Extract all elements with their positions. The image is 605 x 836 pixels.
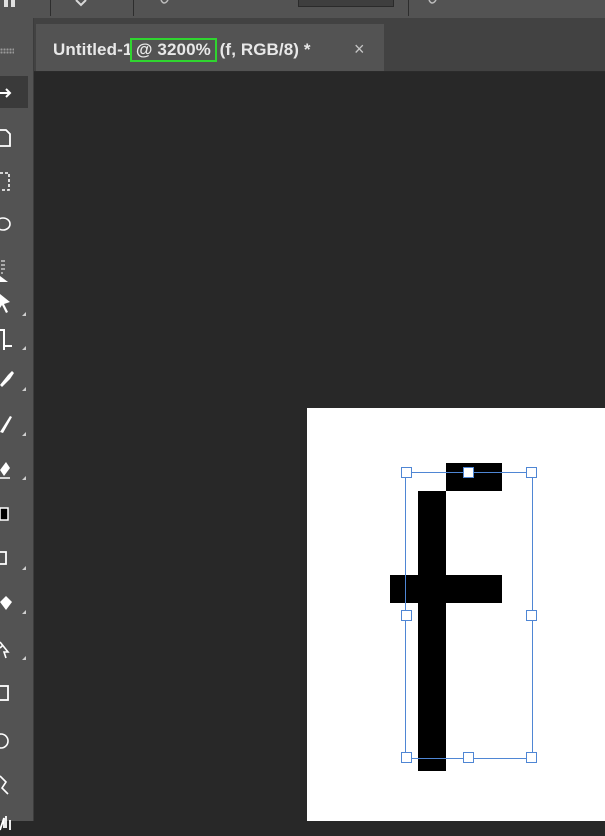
custom-shape-icon — [0, 775, 9, 795]
hand-icon — [0, 816, 11, 831]
submenu-indicator — [22, 346, 26, 350]
crop-tool-button[interactable] — [0, 322, 28, 354]
transform-handle-bottom[interactable] — [463, 752, 474, 763]
document-tab[interactable]: Untitled-1 @ 3200% (f, RGB/8) * × — [36, 24, 384, 71]
artboard-tool-button[interactable] — [0, 122, 28, 154]
gradient-tool-button[interactable] — [0, 498, 28, 530]
document-tab-bar: Untitled-1 @ 3200% (f, RGB/8) * × — [34, 18, 605, 72]
submenu-indicator — [22, 476, 26, 480]
zoom-level: @ 3200% — [130, 38, 217, 62]
brush-tool-button[interactable] — [0, 408, 28, 440]
marquee-icon — [0, 172, 10, 191]
gradient-icon — [0, 507, 9, 521]
hand-tool-button[interactable] — [0, 804, 28, 836]
color-mode: (f, RGB/8) * — [219, 40, 311, 59]
submenu-indicator — [22, 432, 26, 436]
object-selection-tool-button[interactable] — [0, 250, 28, 282]
custom-shape-tool-button[interactable] — [0, 768, 28, 800]
eraser-tool-button[interactable] — [0, 452, 28, 484]
eyedropper-tool-button[interactable] — [0, 363, 28, 395]
transform-handle-top-left[interactable] — [401, 467, 412, 478]
rectangle-tool-button[interactable] — [0, 678, 28, 710]
close-tab-button[interactable]: × — [354, 39, 365, 60]
ellipse-tool-button[interactable] — [0, 724, 28, 756]
object-selection-icon — [0, 260, 8, 282]
options-separator — [408, 0, 409, 16]
lasso-icon — [0, 217, 11, 231]
document-canvas[interactable] — [307, 408, 605, 821]
submenu-indicator — [22, 566, 26, 570]
transform-handle-top[interactable] — [463, 467, 474, 478]
workspace-icon[interactable] — [4, 0, 24, 8]
marquee-tool-button[interactable] — [0, 165, 28, 197]
artboard-icon — [0, 129, 11, 147]
transform-handle-left[interactable] — [401, 610, 412, 621]
ellipse-icon — [0, 733, 9, 749]
transform-handle-right[interactable] — [526, 610, 537, 621]
options-icon[interactable] — [160, 0, 174, 8]
submenu-indicator — [22, 387, 26, 391]
submenu-indicator — [22, 312, 26, 316]
document-tab-title: Untitled-1 @ 3200% (f, RGB/8) * — [53, 38, 311, 62]
move-tool-button[interactable] — [0, 76, 28, 108]
submenu-indicator — [22, 656, 26, 660]
transform-handle-bottom-left[interactable] — [401, 752, 412, 763]
panel-grip[interactable] — [0, 48, 14, 54]
options-icon[interactable] — [428, 0, 442, 8]
dodge-tool-button[interactable] — [0, 542, 28, 574]
rectangle-icon — [0, 685, 9, 701]
lasso-tool-button[interactable] — [0, 207, 28, 239]
transform-handle-top-right[interactable] — [526, 467, 537, 478]
path-selection-tool-button[interactable] — [0, 632, 28, 664]
transform-bounding-box[interactable] — [405, 472, 533, 759]
options-bar — [0, 0, 605, 19]
arrow-icon[interactable] — [74, 0, 88, 8]
zoom-level-text: @ 3200% — [135, 40, 211, 59]
pen-tool-button[interactable] — [0, 586, 28, 618]
move-icon — [0, 88, 12, 98]
transform-handle-bottom-right[interactable] — [526, 752, 537, 763]
submenu-indicator — [22, 610, 26, 614]
tools-panel — [0, 18, 34, 831]
options-separator — [50, 0, 51, 16]
document-name: Untitled-1 — [53, 40, 133, 59]
options-field[interactable] — [298, 0, 394, 7]
options-separator — [133, 0, 134, 16]
crop-tool-button[interactable] — [0, 288, 28, 320]
